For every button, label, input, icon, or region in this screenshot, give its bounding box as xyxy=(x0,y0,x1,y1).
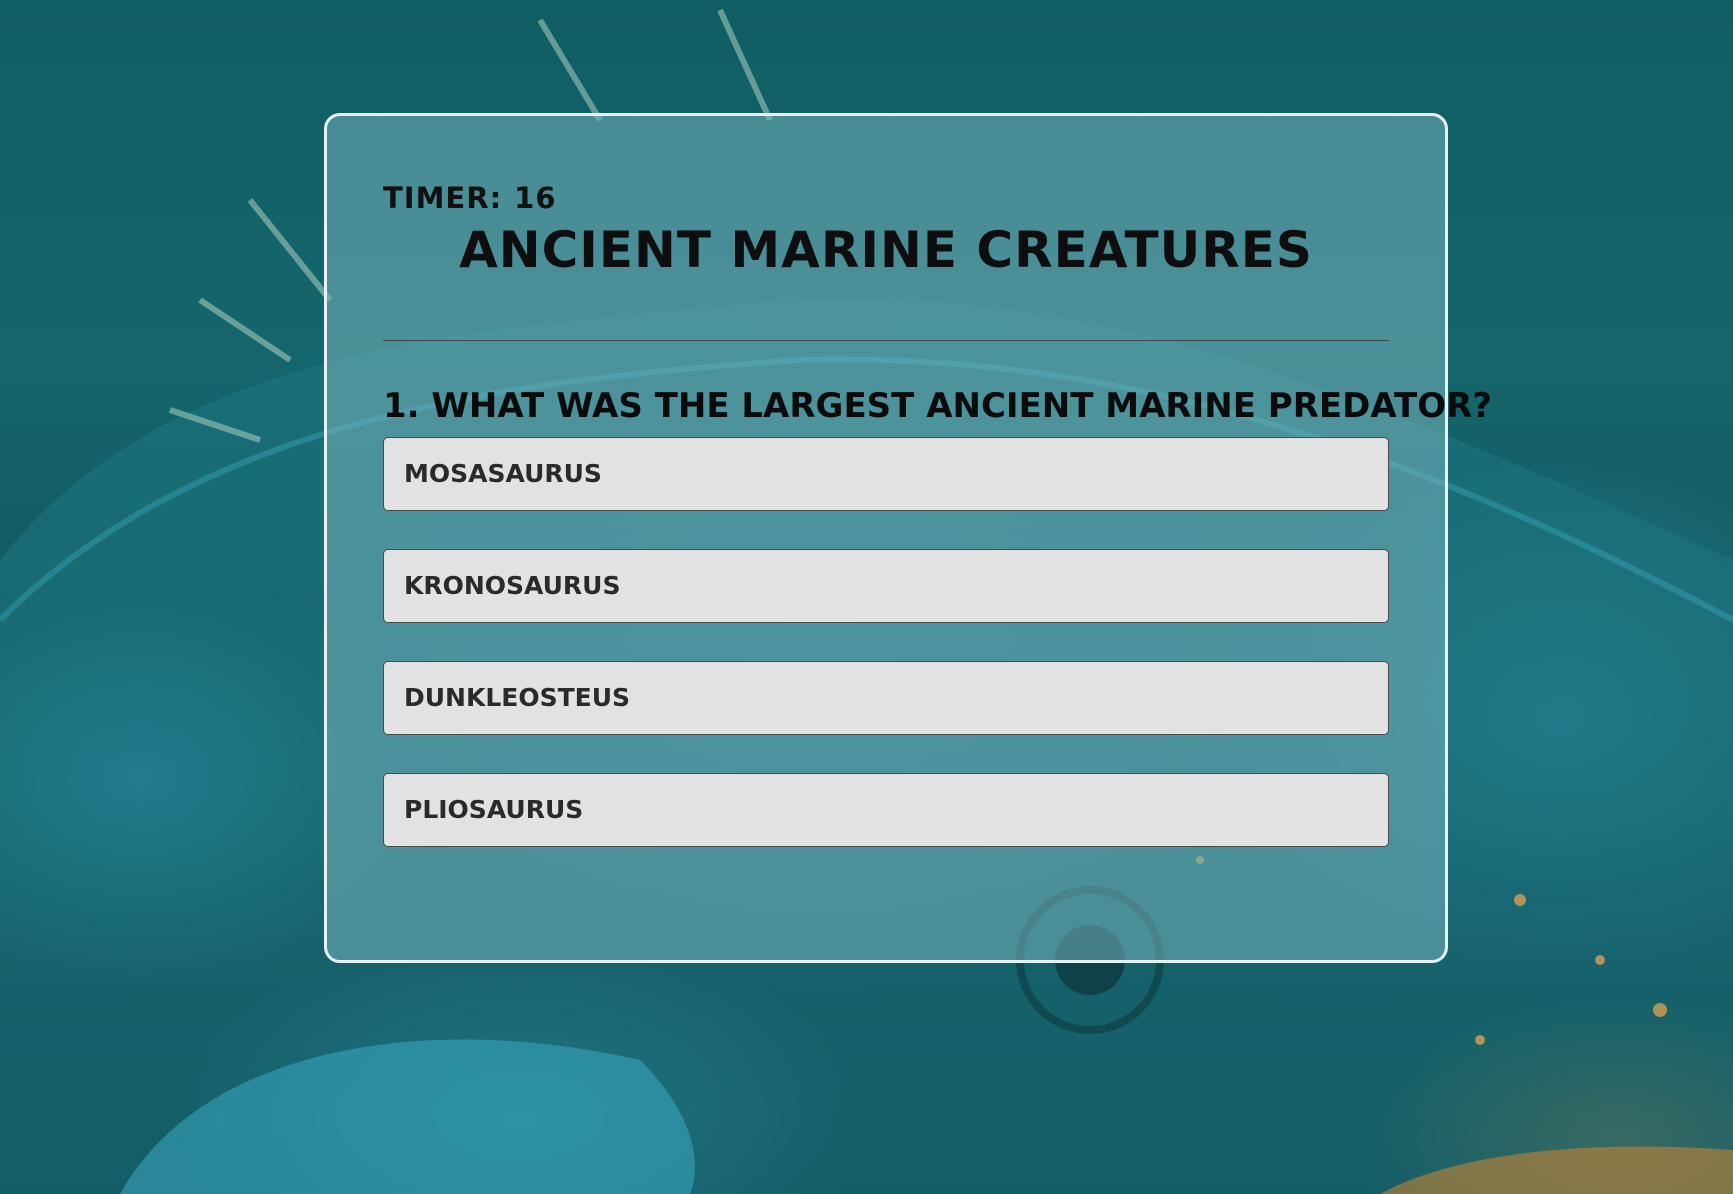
answer-list: Mosasaurus Kronosaurus Dunkleosteus Plio… xyxy=(383,437,1389,847)
question-text: 1. What was the largest ancient marine p… xyxy=(383,386,1493,426)
quiz-title: Ancient Marine Creatures xyxy=(459,221,1313,279)
answer-button-mosasaurus[interactable]: Mosasaurus xyxy=(383,437,1389,511)
timer-value: 16 xyxy=(514,181,557,215)
quiz-card: Timer: 16 Ancient Marine Creatures 1. Wha… xyxy=(324,113,1493,963)
divider xyxy=(383,340,1389,341)
answer-button-kronosaurus[interactable]: Kronosaurus xyxy=(383,549,1389,623)
answer-button-pliosaurus[interactable]: Pliosaurus xyxy=(383,773,1389,847)
answer-button-dunkleosteus[interactable]: Dunkleosteus xyxy=(383,661,1389,735)
timer: Timer: 16 xyxy=(383,178,1389,218)
timer-label: Timer: xyxy=(383,181,503,215)
